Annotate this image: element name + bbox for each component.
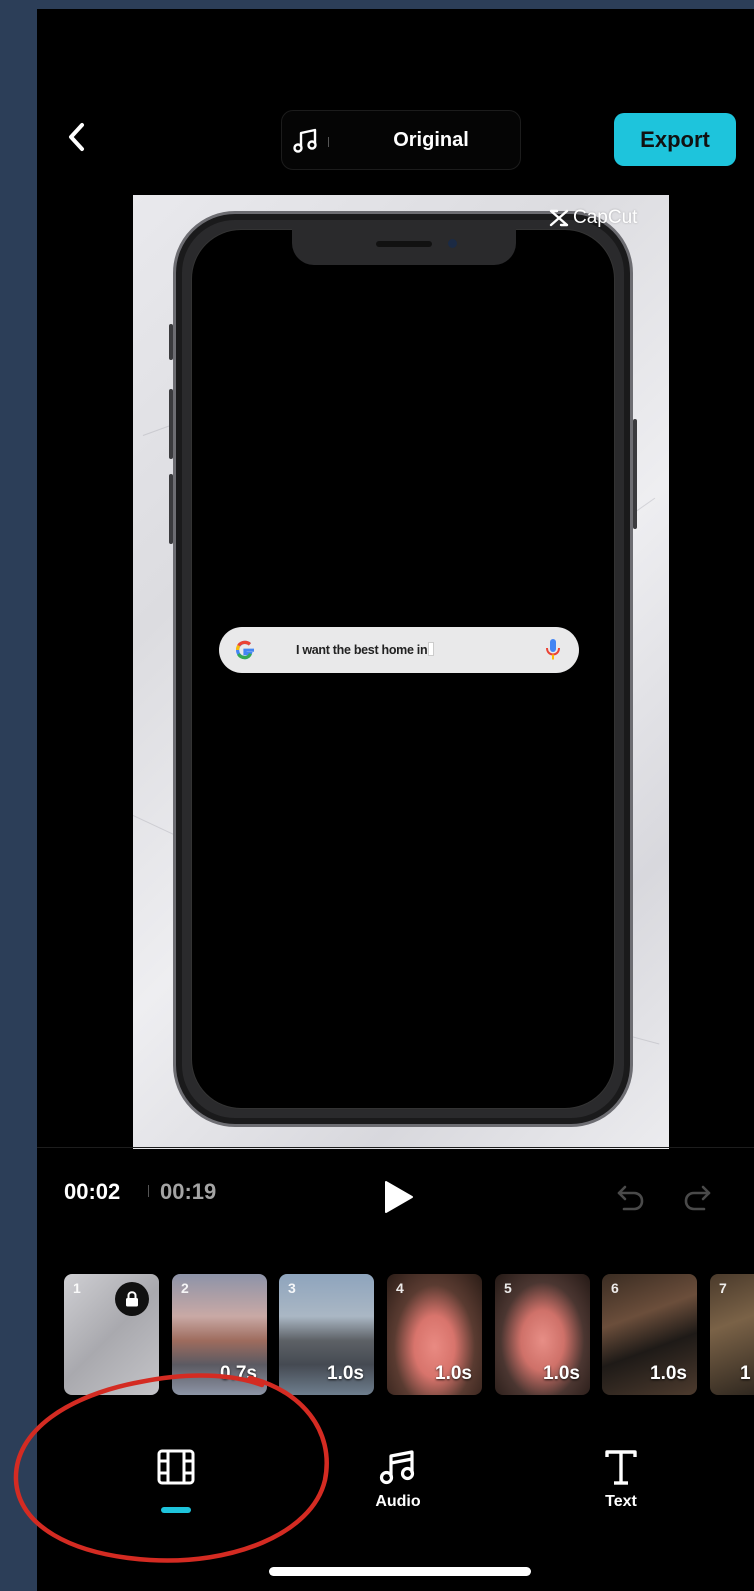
timeline-clip[interactable]: 6 1.0s	[602, 1274, 697, 1395]
nav-text-label: Text	[605, 1493, 637, 1510]
watermark-text: CapCut	[573, 207, 638, 228]
phone-camera	[448, 239, 457, 248]
undo-icon	[617, 1185, 644, 1211]
clip-number: 6	[611, 1280, 619, 1296]
play-icon	[385, 1181, 413, 1213]
timeline-clip[interactable]: 7 1	[710, 1274, 754, 1395]
editor-screen: Original Export I want the best home in …	[37, 9, 754, 1591]
redo-icon	[684, 1185, 711, 1211]
sound-label: Original	[393, 129, 469, 151]
clip-number: 1	[73, 1280, 81, 1296]
lock-icon	[126, 1291, 138, 1307]
nav-text[interactable]: Text	[561, 1447, 681, 1511]
nav-audio[interactable]: Audio	[338, 1447, 458, 1511]
capcut-watermark: CapCut	[549, 207, 637, 229]
phone-side-button	[169, 389, 173, 459]
clip-duration: 1.0s	[543, 1363, 580, 1384]
music-note-icon	[379, 1450, 415, 1485]
time-separator	[148, 1185, 149, 1197]
clip-duration: 0.7s	[220, 1363, 257, 1384]
active-tab-indicator	[161, 1507, 191, 1513]
phone-side-button	[169, 474, 173, 544]
phone-side-button	[169, 324, 173, 360]
export-button[interactable]: Export	[614, 113, 736, 166]
phone-speaker	[376, 241, 432, 247]
clip-duration: 1.0s	[650, 1363, 687, 1384]
clip-duration: 1	[740, 1363, 751, 1384]
chevron-left-icon	[69, 123, 84, 151]
microphone-icon	[546, 639, 560, 660]
clip-duration: 1.0s	[435, 1363, 472, 1384]
back-button[interactable]	[61, 121, 93, 153]
capcut-logo-icon	[549, 209, 569, 227]
phone-side-button	[633, 419, 637, 529]
text-cursor	[428, 642, 435, 656]
timeline-clip[interactable]: 2 0.7s	[172, 1274, 267, 1395]
timeline-clip[interactable]: 3 1.0s	[279, 1274, 374, 1395]
home-indicator[interactable]	[269, 1567, 531, 1576]
timeline-clip[interactable]: 1	[64, 1274, 159, 1395]
redo-button[interactable]	[681, 1181, 713, 1218]
text-t-icon	[605, 1450, 637, 1485]
google-g-icon	[235, 640, 254, 660]
nav-edit[interactable]	[116, 1447, 236, 1493]
lock-badge[interactable]	[115, 1282, 149, 1316]
preview-divider	[37, 1147, 754, 1148]
clip-duration: 1.0s	[327, 1363, 364, 1384]
timeline-clip[interactable]: 5 1.0s	[495, 1274, 590, 1395]
music-note-icon	[293, 128, 317, 153]
play-button[interactable]	[383, 1179, 415, 1220]
clip-number: 3	[288, 1280, 296, 1296]
search-query-text: I want the best home in	[296, 642, 435, 657]
undo-button[interactable]	[615, 1181, 647, 1218]
timeline-clip[interactable]: 4 1.0s	[387, 1274, 482, 1395]
sound-selector[interactable]: Original	[281, 110, 521, 170]
google-search-bar: I want the best home in	[219, 627, 579, 673]
clip-number: 7	[719, 1280, 727, 1296]
search-query-value: I want the best home in	[296, 643, 428, 657]
pill-separator	[328, 137, 329, 147]
nav-audio-label: Audio	[375, 1493, 421, 1510]
phone-notch	[292, 229, 516, 265]
total-time: 00:19	[160, 1179, 217, 1204]
clip-number: 4	[396, 1280, 404, 1296]
film-strip-icon	[157, 1449, 195, 1485]
clip-number: 2	[181, 1280, 189, 1296]
clip-number: 5	[504, 1280, 512, 1296]
video-preview[interactable]: I want the best home in	[133, 195, 669, 1149]
current-time: 00:02	[64, 1179, 121, 1204]
